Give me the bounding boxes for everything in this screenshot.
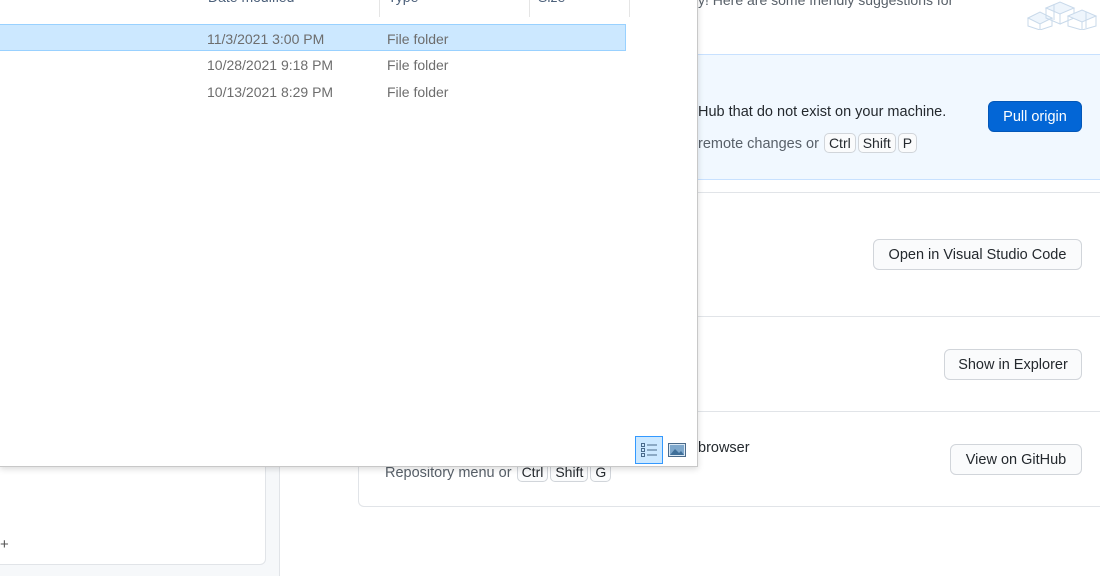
- column-header-date-modified[interactable]: Date modified: [200, 0, 380, 17]
- pull-hint-text: remote changes or: [698, 136, 819, 152]
- row-date-modified: 10/13/2021 8:29 PM: [207, 84, 334, 100]
- tiles-view-icon: [668, 443, 686, 457]
- row-type: File folder: [387, 31, 449, 47]
- view-on-github-title: browser: [698, 440, 750, 456]
- explorer-window: Date modified Type Size 11/3/2021 3:00 P…: [0, 0, 698, 467]
- kbd-ctrl: Ctrl: [823, 133, 856, 153]
- pull-shortcut-hint: remote changes or Ctrl Shift P: [698, 133, 918, 153]
- suggestions-heading: y! Here are some friendly suggestions fo…: [698, 0, 954, 8]
- column-header-size[interactable]: Size: [530, 0, 630, 17]
- details-view-icon: [641, 443, 657, 457]
- show-in-explorer-button[interactable]: Show in Explorer: [944, 349, 1082, 380]
- pull-description: Hub that do not exist on your machine.: [698, 104, 947, 120]
- row-type: File folder: [387, 57, 449, 73]
- pull-origin-button[interactable]: Pull origin: [988, 101, 1082, 132]
- column-header-type[interactable]: Type: [380, 0, 530, 17]
- row-date-modified: 10/28/2021 9:18 PM: [207, 57, 334, 73]
- details-view-button[interactable]: [635, 436, 663, 464]
- kbd-p: P: [897, 133, 918, 153]
- file-row[interactable]: 10/13/2021 8:29 PM File folder: [0, 78, 626, 105]
- file-row[interactable]: 10/28/2021 9:18 PM File folder: [0, 51, 626, 78]
- view-on-github-button[interactable]: View on GitHub: [950, 444, 1082, 475]
- kbd-shift: Shift: [857, 133, 896, 153]
- view-mode-toggle: [635, 436, 691, 464]
- empty-state-illustration: [1026, 1, 1098, 30]
- row-type: File folder: [387, 84, 449, 100]
- large-icons-view-button[interactable]: [663, 436, 691, 464]
- open-in-editor-button[interactable]: Open in Visual Studio Code: [873, 239, 1082, 270]
- row-date-modified: 11/3/2021 3:00 PM: [207, 31, 325, 47]
- view-hint-text: Repository menu or: [385, 465, 512, 481]
- file-row[interactable]: 11/3/2021 3:00 PM File folder: [0, 24, 626, 51]
- add-icon[interactable]: +: [0, 536, 9, 553]
